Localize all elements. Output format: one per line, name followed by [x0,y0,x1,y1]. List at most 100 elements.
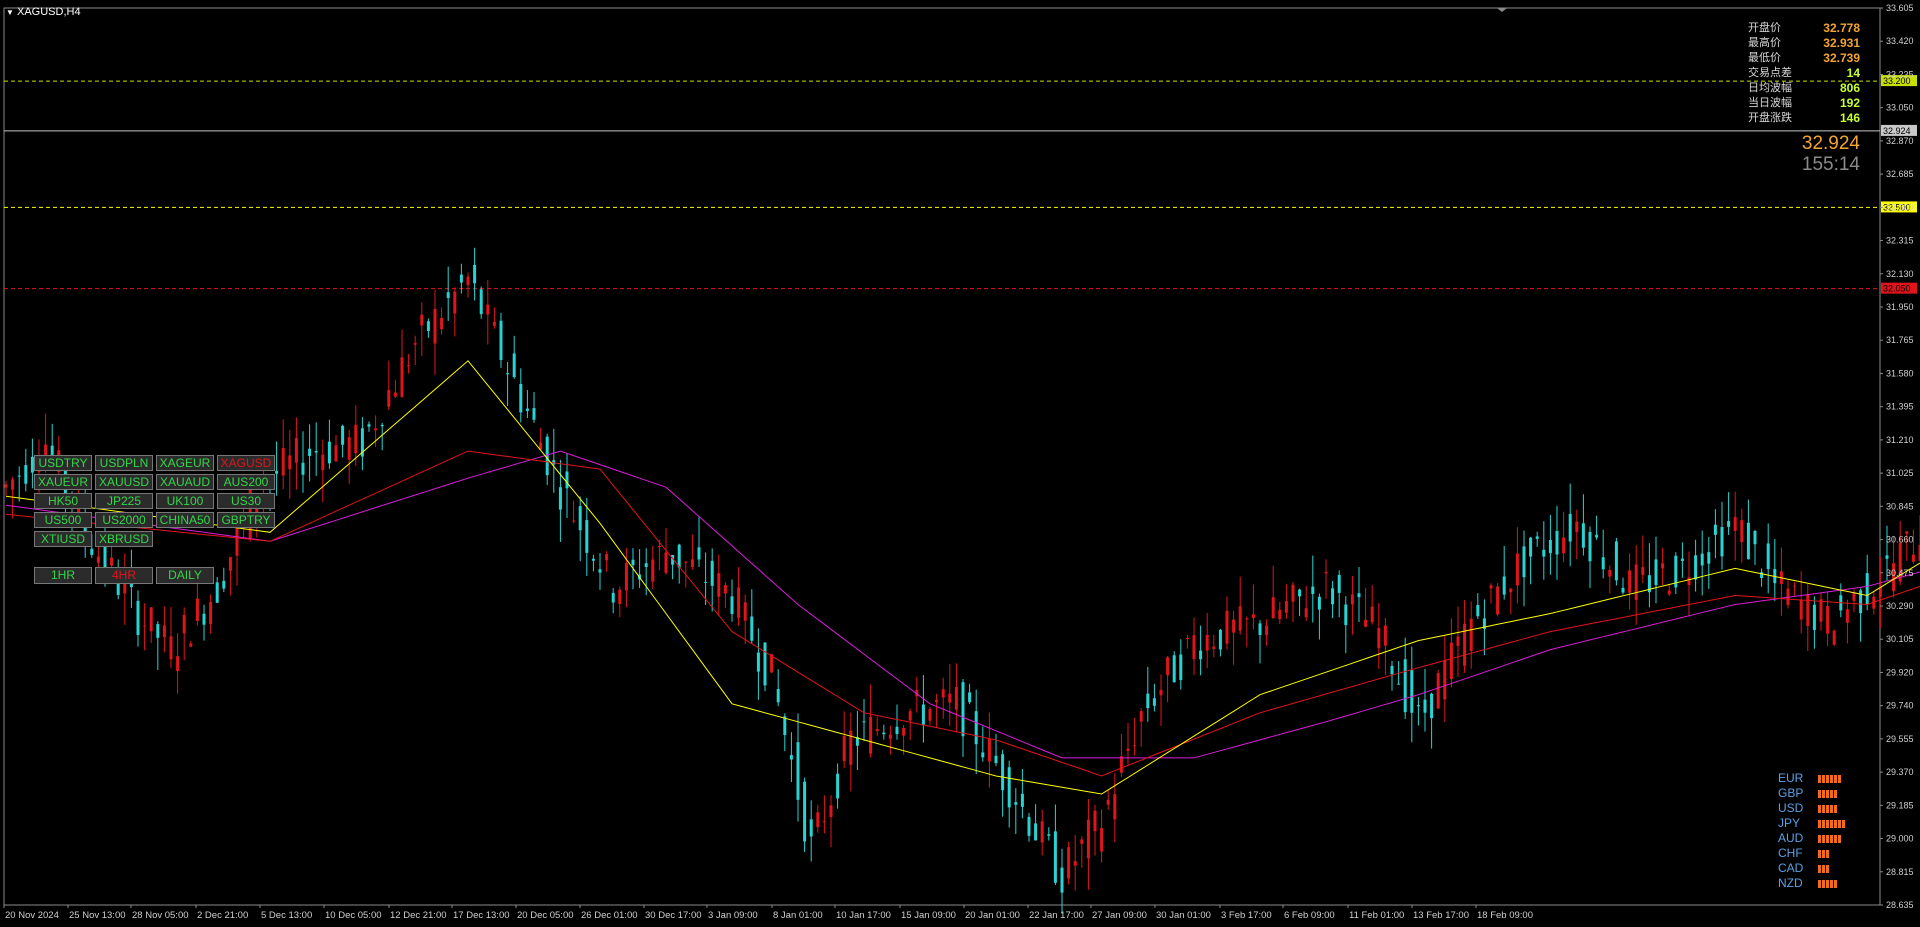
strength-bar-segment [1822,835,1825,843]
symbol-button-xauaud[interactable]: XAUAUD [156,474,214,490]
symbol-button-xbrusd[interactable]: XBRUSD [95,531,153,547]
y-tick-label: 29.740 [1886,701,1914,711]
candle-body [1166,657,1170,676]
candle-body [1832,630,1836,645]
candle-body [1298,589,1302,597]
timeframe-button-1hr[interactable]: 1HR [34,567,92,584]
info-label: 开盘涨跌 [1748,111,1792,124]
symbol-button-aus200[interactable]: AUS200 [217,474,275,490]
symbol-button-xauusd[interactable]: XAUUSD [95,474,153,490]
symbol-button-us30[interactable]: US30 [217,493,275,509]
candle-body [367,424,371,427]
symbol-button-china50[interactable]: CHINA50 [156,512,214,528]
candle-body [1753,530,1757,545]
strength-bar-segment [1818,850,1821,858]
candle-body [994,755,998,764]
candle-body [1614,541,1618,581]
currency-row-chf: CHF [1770,846,1850,861]
symbol-button-jp225[interactable]: JP225 [95,493,153,509]
info-label: 最低价 [1748,51,1781,64]
candle-body [195,598,199,621]
candle-body [222,580,226,589]
candle-body [1456,636,1460,646]
strength-bar-segment [1822,805,1825,813]
info-value: 14 [1846,66,1860,80]
strength-bar-segment [1842,820,1845,828]
symbol-label: XAGUSD,H4 [16,6,81,18]
candle-body [1311,586,1315,595]
candle-body [1509,588,1513,593]
x-tick-label: 22 Jan 17:00 [1029,910,1084,921]
symbol-button-us500[interactable]: US500 [34,512,92,528]
candle-body [644,563,648,567]
strength-bar-segment [1834,790,1837,798]
symbol-button-hk50[interactable]: HK50 [34,493,92,509]
y-tick-label: 29.000 [1886,834,1914,844]
candle-body [110,557,114,566]
timeframe-button-daily[interactable]: DAILY [156,567,214,584]
candle-body [341,425,345,445]
candle-body [611,592,615,603]
candle-body [1067,847,1071,879]
candle-body [704,581,708,583]
candle-body [809,819,813,837]
candle-body [215,582,219,603]
candle-body [657,546,661,548]
strength-bar-segment [1822,790,1825,798]
candle-body [1443,659,1447,700]
candle-body [723,585,727,594]
candle-body [1628,570,1632,593]
timeframe-button-4hr[interactable]: 4HR [95,567,153,584]
scroll-marker-icon [1497,8,1507,12]
strength-bars [1818,790,1838,798]
info-value: 32.931 [1823,36,1860,50]
candle-body [4,484,8,488]
symbol-button-usdtry[interactable]: USDTRY [34,455,92,471]
candle-body [433,309,437,344]
candle-body [1911,554,1915,562]
candle-body [1661,563,1665,569]
candle-body [96,556,100,563]
strength-bar-segment [1834,820,1837,828]
candle-body [591,558,595,561]
currency-name: AUD [1778,831,1804,845]
candle-body [209,601,213,625]
strength-bar-segment [1826,835,1829,843]
candle-body [1159,689,1163,696]
candle-body [1179,654,1183,681]
candle-body [182,614,186,634]
candle-body [710,560,714,586]
info-row: 日均波幅 806 [1748,81,1860,95]
symbol-button-us2000[interactable]: US2000 [95,512,153,528]
candle-body [822,821,826,823]
symbol-dropdown-icon[interactable]: ▼ [6,8,14,17]
candle-body [618,589,622,604]
candle-body [624,563,628,591]
x-tick-label: 5 Dec 13:00 [261,910,312,921]
price-chart[interactable]: 33.20032.92432.50032.05033.60533.42033.2… [0,0,1920,927]
candle-body [440,317,444,330]
candle-body [453,291,457,314]
strength-bar-segment [1822,775,1825,783]
symbol-button-xageur[interactable]: XAGEUR [156,455,214,471]
level-label-3: 32.050 [1883,284,1911,294]
candle-body [921,704,925,726]
candle-body [572,520,576,522]
symbol-button-xtiusd[interactable]: XTIUSD [34,531,92,547]
candle-body [545,436,549,476]
symbol-button-uk100[interactable]: UK100 [156,493,214,509]
candle-body [1436,673,1440,709]
candle-body [1350,594,1354,605]
candle-body [756,652,760,672]
symbol-button-gbptry[interactable]: GBPTRY [217,512,275,528]
info-value: 32.739 [1823,51,1860,65]
symbol-button-xagusd[interactable]: XAGUSD [217,455,275,471]
symbol-button-xaueur[interactable]: XAUEUR [34,474,92,490]
candle-body [162,625,166,638]
candle-body [1080,839,1084,844]
candle-body [803,781,807,842]
candle-body [512,353,516,378]
candle-body [380,424,384,427]
symbol-button-usdpln[interactable]: USDPLN [95,455,153,471]
candle-body [836,773,840,799]
